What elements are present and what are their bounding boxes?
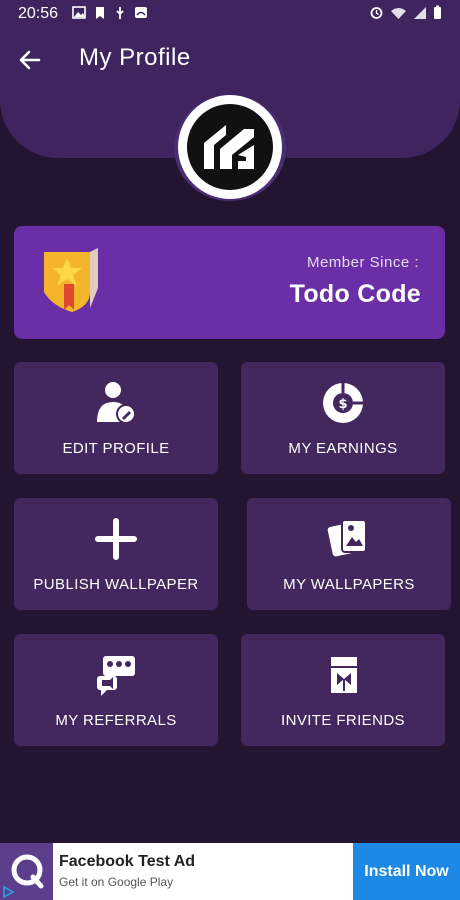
ad-banner[interactable]: Facebook Test Ad Get it on Google Play I…	[0, 843, 460, 900]
edit-profile-icon	[93, 380, 139, 426]
install-now-button[interactable]: Install Now	[353, 843, 460, 900]
tile-label: PUBLISH WALLPAPER	[33, 576, 199, 593]
bookmark-icon	[94, 6, 106, 23]
ad-title: Facebook Test Ad	[59, 853, 196, 870]
my-referrals-tile[interactable]: MY REFERRALS	[14, 634, 218, 746]
referrals-icon	[93, 652, 139, 698]
status-icons-right	[369, 5, 442, 23]
plus-icon	[93, 516, 139, 562]
back-button[interactable]	[16, 46, 44, 74]
publish-wallpaper-tile[interactable]: PUBLISH WALLPAPER	[14, 498, 218, 610]
logo-icon	[204, 125, 254, 169]
avatar-logo	[187, 104, 273, 190]
tile-label: EDIT PROFILE	[62, 440, 170, 457]
svg-text:$: $	[338, 397, 347, 412]
member-card: Member Since : Todo Code	[14, 226, 445, 339]
my-earnings-tile[interactable]: $ MY EARNINGS	[241, 362, 445, 474]
image-icon	[72, 6, 86, 22]
ad-logo-icon	[0, 843, 53, 900]
member-name: Todo Code	[289, 280, 421, 308]
cast-icon	[134, 6, 148, 22]
status-icons-left	[72, 6, 148, 23]
arrow-left-icon	[19, 50, 41, 70]
invite-friends-tile[interactable]: INVITE FRIENDS	[241, 634, 445, 746]
avatar[interactable]	[178, 95, 282, 199]
ad-choices-icon[interactable]	[2, 886, 14, 898]
member-since-label: Member Since :	[306, 254, 419, 271]
ad-text: Facebook Test Ad Get it on Google Play	[53, 843, 353, 900]
signal-icon	[413, 6, 427, 23]
battery-icon	[433, 5, 442, 23]
my-wallpapers-tile[interactable]: MY WALLPAPERS	[247, 498, 451, 610]
gift-icon	[320, 652, 366, 698]
tile-label: MY REFERRALS	[55, 712, 177, 729]
usb-icon	[114, 6, 126, 23]
alarm-icon	[369, 5, 384, 23]
status-bar: 20:56	[0, 0, 460, 28]
tile-label: MY EARNINGS	[288, 440, 398, 457]
star-badge-icon	[42, 248, 102, 316]
wallpapers-icon	[326, 516, 372, 562]
edit-profile-tile[interactable]: EDIT PROFILE	[14, 362, 218, 474]
tile-label: MY WALLPAPERS	[283, 576, 415, 593]
tile-label: INVITE FRIENDS	[281, 712, 405, 729]
wifi-icon	[390, 6, 407, 23]
status-time: 20:56	[18, 5, 59, 22]
page-title: My Profile	[79, 44, 191, 71]
ad-subtitle: Get it on Google Play	[59, 875, 174, 889]
earnings-icon: $	[320, 380, 366, 426]
